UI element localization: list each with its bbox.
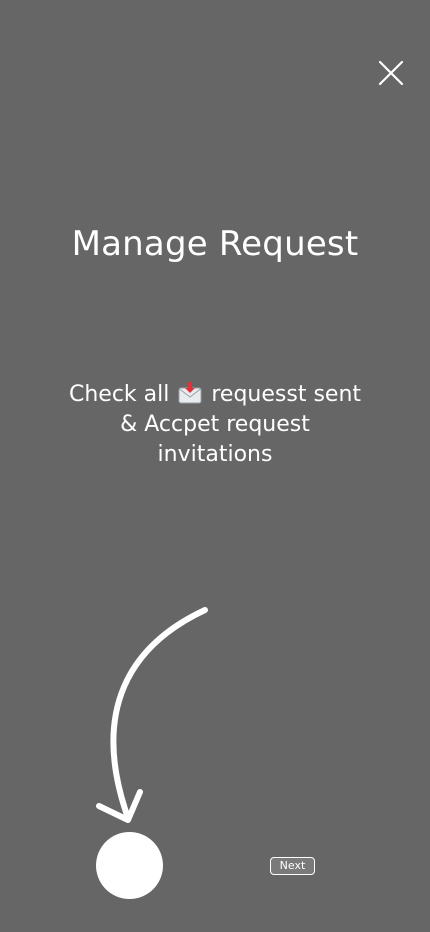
step-indicator-circle xyxy=(96,832,163,899)
onboarding-description: Check all requesst sent & Accpet request… xyxy=(60,380,370,470)
description-text-start: Check all xyxy=(68,382,170,407)
incoming-envelope-icon xyxy=(178,382,202,404)
curved-arrow-icon xyxy=(96,607,208,823)
page-title: Manage Request xyxy=(71,224,359,264)
next-button[interactable]: Next xyxy=(270,857,315,875)
close-icon xyxy=(378,60,404,86)
close-button[interactable] xyxy=(376,58,406,88)
